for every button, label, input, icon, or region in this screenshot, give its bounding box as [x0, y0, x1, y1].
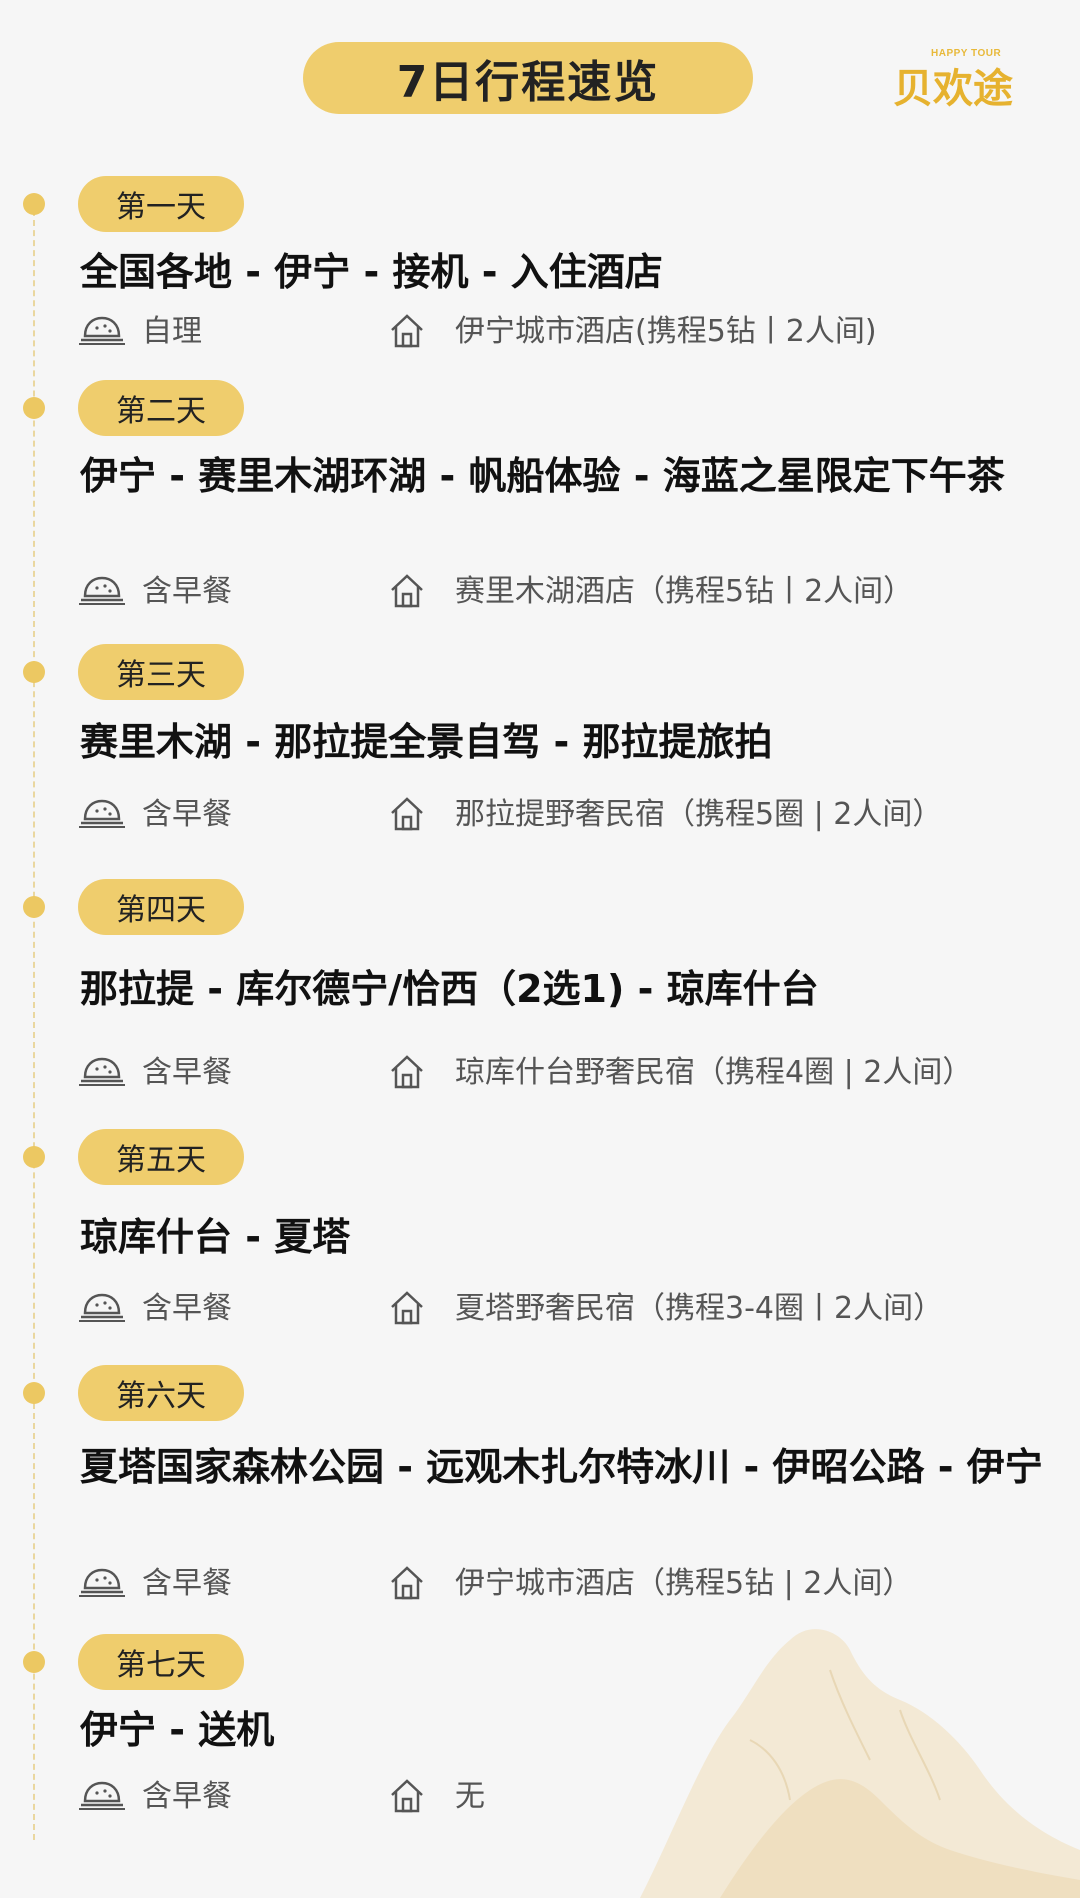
timeline-dot	[23, 1382, 45, 1404]
meal-text: 含早餐	[142, 1779, 232, 1814]
meal-text: 含早餐	[142, 797, 232, 832]
meal-icon	[79, 316, 125, 345]
house-icon	[391, 1055, 423, 1089]
day-route: 赛里木湖 - 那拉提全景自驾 - 那拉提旅拍	[80, 720, 773, 764]
meal-icon	[79, 1293, 125, 1322]
day-badge: 第二天	[78, 380, 244, 436]
hotel-text: 琼库什台野奢民宿（携程4圈 | 2人间）	[455, 1055, 973, 1090]
logo-text: 贝欢途	[893, 66, 1013, 112]
meal-icon	[79, 1568, 125, 1597]
day-badge: 第三天	[78, 644, 244, 700]
page-title: 7日行程速览	[303, 42, 753, 114]
day-badge: 第五天	[78, 1129, 244, 1185]
meal-text: 含早餐	[142, 1566, 232, 1601]
house-icon	[391, 574, 423, 608]
meal-icon	[79, 1057, 125, 1086]
timeline-dot	[23, 397, 45, 419]
house-icon	[391, 1566, 423, 1600]
timeline-line	[33, 200, 35, 1840]
timeline-dot	[23, 193, 45, 215]
timeline-dot	[23, 896, 45, 918]
meal-icon	[79, 799, 125, 828]
hotel-text: 那拉提野奢民宿（携程5圈 | 2人间）	[455, 797, 943, 832]
hotel-text: 夏塔野奢民宿（携程3-4圈丨2人间）	[455, 1291, 944, 1326]
meal-text: 含早餐	[142, 574, 232, 609]
day-badge: 第六天	[78, 1365, 244, 1421]
timeline-dot	[23, 661, 45, 683]
meal-icon	[79, 1781, 125, 1810]
timeline-dot	[23, 1651, 45, 1673]
day-route: 伊宁 - 送机	[80, 1708, 275, 1752]
house-icon	[391, 1291, 423, 1325]
brand-logo: HAPPY TOUR 贝欢途	[893, 46, 1013, 112]
hotel-text: 赛里木湖酒店（携程5钻丨2人间）	[455, 574, 914, 609]
day-badge: 第一天	[78, 176, 244, 232]
meal-icon	[79, 576, 125, 605]
meal-text: 含早餐	[142, 1291, 232, 1326]
day-route: 夏塔国家森林公园 - 远观木扎尔特冰川 - 伊昭公路 - 伊宁	[80, 1445, 1043, 1489]
timeline-dot	[23, 1146, 45, 1168]
meal-text: 自理	[142, 314, 202, 349]
house-icon	[391, 1779, 423, 1813]
house-icon	[391, 314, 423, 348]
day-route: 琼库什台 - 夏塔	[80, 1215, 351, 1259]
day-route: 全国各地 - 伊宁 - 接机 - 入住酒店	[80, 250, 663, 294]
day-route: 那拉提 - 库尔德宁/恰西（2选1) - 琼库什台	[80, 967, 819, 1011]
day-badge: 第四天	[78, 879, 244, 935]
meal-text: 含早餐	[142, 1055, 232, 1090]
hotel-text: 伊宁城市酒店(携程5钻丨2人间)	[455, 314, 877, 349]
hotel-text: 伊宁城市酒店（携程5钻 | 2人间）	[455, 1566, 913, 1601]
day-badge: 第七天	[78, 1634, 244, 1690]
hotel-text: 无	[455, 1779, 485, 1814]
day-route: 伊宁 - 赛里木湖环湖 - 帆船体验 - 海蓝之星限定下午茶	[80, 454, 1005, 498]
house-icon	[391, 797, 423, 831]
